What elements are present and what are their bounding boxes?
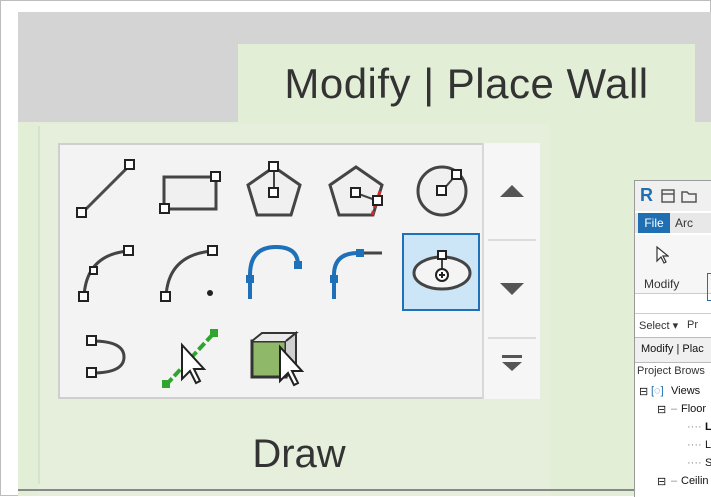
tree-toggle-icon[interactable]: ⊟ (657, 403, 666, 416)
circumscribed-polygon-tool-icon (328, 165, 384, 217)
circumscribed-polygon-tool-button[interactable] (320, 151, 396, 227)
line-tool-button[interactable] (68, 151, 144, 227)
draw-panel-label: Draw (252, 431, 346, 476)
circle-tool-icon (416, 165, 468, 217)
pick-lines-tool-button[interactable] (152, 319, 228, 395)
tangent-end-arc-tool-button[interactable] (236, 235, 312, 311)
ellipse-tool-icon (412, 250, 472, 291)
contextual-tab-label: Modify | Place Wall (284, 60, 649, 107)
tangent-end-arc-tool-icon (246, 244, 302, 299)
expand-gallery-icon (502, 355, 522, 371)
rectangle-tool-icon (159, 171, 221, 214)
open-icon[interactable] (661, 189, 675, 203)
architecture-tab[interactable]: Arc (675, 216, 693, 230)
gallery-scroll-down-button[interactable] (484, 247, 540, 331)
start-end-radius-arc-tool-button[interactable] (68, 235, 144, 311)
ribbon-bottom-border (18, 489, 711, 491)
tree-item-level[interactable]: L (705, 439, 711, 451)
partial-ellipse-tool-button[interactable] (68, 319, 144, 395)
revit-inset-screenshot: R File Arc Modify Select ▾ Pr Modify | P… (634, 180, 711, 497)
pick-faces-tool-icon (250, 330, 305, 387)
line-tool-icon (76, 159, 135, 218)
file-tab[interactable]: File (638, 213, 670, 233)
fillet-arc-tool-button[interactable] (320, 235, 396, 311)
draw-tool-gallery (58, 143, 540, 399)
start-end-radius-arc-tool-icon (78, 245, 134, 302)
project-browser-title: Project Brows (637, 365, 705, 377)
tree-toggle-icon[interactable]: ⊟ (639, 385, 648, 398)
draw-panel-title[interactable]: Draw (55, 418, 543, 490)
views-icon: [◌] (651, 385, 664, 397)
selected-tool-edge (707, 273, 711, 301)
pick-faces-tool-button[interactable] (236, 319, 312, 395)
partial-ellipse-tool-icon (86, 335, 126, 378)
triangle-up-icon (500, 185, 524, 197)
gallery-scroll-controls (482, 143, 540, 399)
triangle-down-icon (500, 283, 524, 295)
tree-item-views[interactable]: Views (671, 385, 700, 397)
modify-button-label[interactable]: Modify (644, 277, 679, 291)
revit-logo[interactable]: R (640, 185, 653, 206)
ellipse-tool-button[interactable] (402, 233, 480, 311)
pick-lines-tool-icon (162, 329, 218, 388)
tree-toggle-icon[interactable]: ⊟ (657, 475, 666, 488)
fillet-arc-tool-icon (330, 249, 382, 299)
inset-context-label: Modify | Plac (641, 343, 704, 355)
tree-item-floor-plans[interactable]: Floor (681, 403, 706, 415)
center-ends-arc-tool-icon (160, 245, 218, 302)
center-ends-arc-tool-button[interactable] (152, 235, 228, 311)
gallery-expand-button[interactable] (484, 329, 540, 397)
scroll-separator (488, 239, 536, 241)
tree-item-level[interactable]: L (705, 421, 711, 433)
inscribed-polygon-tool-icon (246, 161, 302, 217)
panel-divider (38, 126, 40, 484)
cursor-arrow-icon[interactable] (655, 245, 669, 265)
inscribed-polygon-tool-button[interactable] (236, 151, 312, 227)
contextual-tab[interactable]: Modify | Place Wall (238, 44, 695, 124)
select-dropdown[interactable]: Select ▾ (639, 319, 678, 332)
gallery-scroll-up-button[interactable] (484, 149, 540, 233)
rectangle-tool-button[interactable] (152, 151, 228, 227)
tree-item-ceiling-plans[interactable]: Ceilin (681, 475, 709, 487)
circle-tool-button[interactable] (404, 151, 480, 227)
inset-divider (635, 313, 711, 314)
properties-panel-label: Pr (687, 319, 698, 331)
tree-item-site[interactable]: S (705, 457, 711, 469)
folder-icon[interactable] (681, 189, 697, 203)
